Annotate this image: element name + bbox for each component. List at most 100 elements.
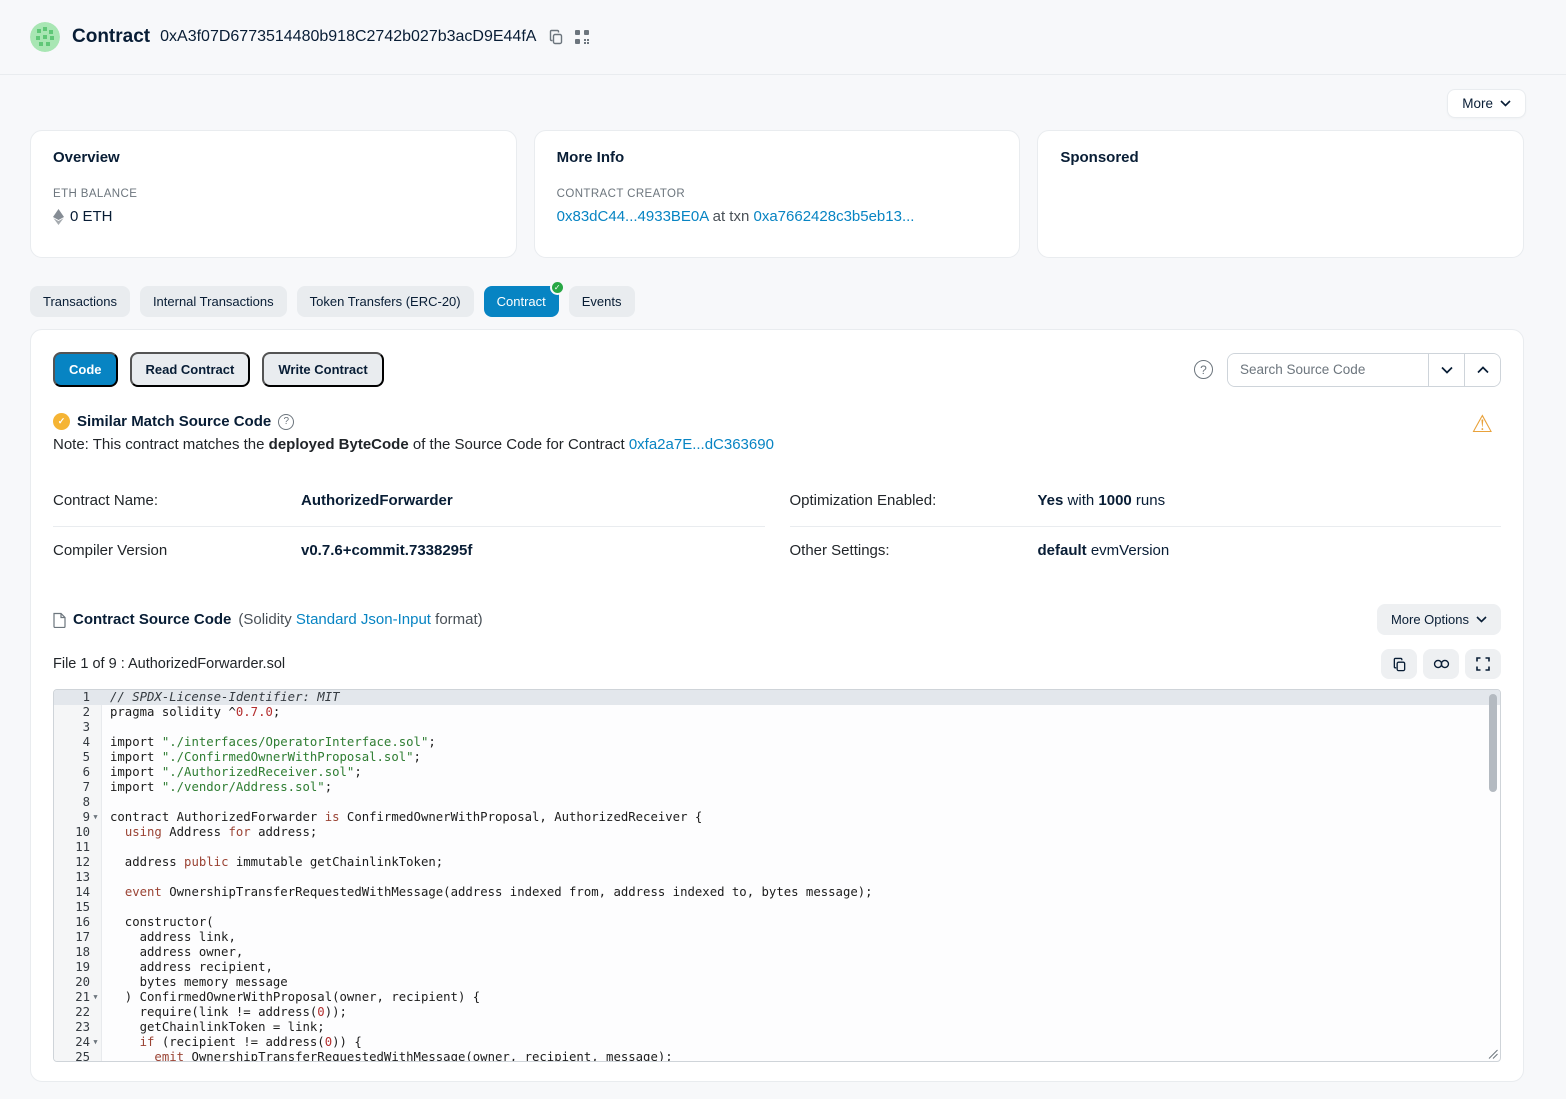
- contract-details: Contract Name: AuthorizedForwarder Compi…: [53, 477, 1501, 576]
- code-text: import "./ConfirmedOwnerWithProposal.sol…: [102, 750, 421, 765]
- line-number[interactable]: 24▼: [54, 1035, 102, 1050]
- source-code-title: Contract Source Code: [73, 611, 231, 628]
- tab-code-label: Code: [69, 362, 102, 377]
- contract-creator-label: CONTRACT CREATOR: [557, 188, 998, 200]
- line-number[interactable]: 18: [54, 945, 102, 960]
- optimization-label: Optimization Enabled:: [790, 492, 1038, 509]
- qr-code-icon[interactable]: [574, 29, 590, 45]
- code-text: using Address for address;: [102, 825, 317, 840]
- source-code-title-line: Contract Source Code (Solidity Standard …: [53, 611, 483, 628]
- optimization-with: with: [1063, 492, 1098, 509]
- code-text: import "./vendor/Address.sol";: [102, 780, 332, 795]
- line-number[interactable]: 25: [54, 1050, 102, 1061]
- line-number[interactable]: 1: [54, 690, 102, 705]
- permalink-button[interactable]: [1423, 649, 1459, 679]
- line-number[interactable]: 3: [54, 720, 102, 735]
- line-number[interactable]: 19: [54, 960, 102, 975]
- code-text: getChainlinkToken = link;: [102, 1020, 325, 1035]
- line-number[interactable]: 17: [54, 930, 102, 945]
- code-line: 19 address recipient,: [54, 960, 1500, 975]
- search-source-code-input[interactable]: [1228, 354, 1428, 386]
- fold-arrow-icon[interactable]: ▼: [90, 810, 101, 825]
- code-text: address recipient,: [102, 960, 273, 975]
- line-number[interactable]: 14: [54, 885, 102, 900]
- creation-txn-link[interactable]: 0xa7662428c3b5eb13...: [753, 208, 914, 225]
- search-prev-button[interactable]: [1464, 354, 1500, 386]
- chevron-up-icon: [1477, 366, 1489, 374]
- line-number[interactable]: 23: [54, 1020, 102, 1035]
- line-number[interactable]: 21▼: [54, 990, 102, 1005]
- code-text: [102, 795, 117, 810]
- copy-address-icon[interactable]: [548, 29, 564, 45]
- optimization-row: Optimization Enabled: Yes with 1000 runs: [790, 477, 1502, 527]
- optimization-runs: runs: [1132, 492, 1165, 509]
- tab-bar: Transactions Internal Transactions Token…: [0, 258, 1566, 327]
- chevron-down-icon: [1500, 100, 1511, 107]
- line-number[interactable]: 12: [54, 855, 102, 870]
- code-line: 23 getChainlinkToken = link;: [54, 1020, 1500, 1035]
- line-number[interactable]: 9▼: [54, 810, 102, 825]
- tab-transactions[interactable]: Transactions: [30, 286, 130, 317]
- format-text: (Solidity Standard Json-Input format): [238, 611, 482, 628]
- summary-cards: Overview ETH BALANCE 0 ETH More Info CON…: [0, 130, 1566, 258]
- expand-button[interactable]: [1465, 649, 1501, 679]
- matched-contract-link[interactable]: 0xfa2a7E...dC363690: [629, 436, 774, 453]
- code-line: 20 bytes memory message: [54, 975, 1500, 990]
- line-number[interactable]: 8: [54, 795, 102, 810]
- code-line: 24▼ if (recipient != address(0)) {: [54, 1035, 1500, 1050]
- overview-card: Overview ETH BALANCE 0 ETH: [30, 130, 517, 258]
- fold-arrow-icon[interactable]: ▼: [90, 990, 101, 1005]
- code-line: 6import "./AuthorizedReceiver.sol";: [54, 765, 1500, 780]
- code-line: 25 emit OwnershipTransferRequestedWithMe…: [54, 1050, 1500, 1061]
- more-options-label: More Options: [1391, 612, 1469, 627]
- line-number[interactable]: 4: [54, 735, 102, 750]
- more-options-button[interactable]: More Options: [1377, 604, 1501, 635]
- link-icon: [1433, 658, 1450, 670]
- page-header: Contract 0xA3f07D6773514480b918C2742b027…: [0, 0, 1566, 75]
- similar-match-title-line: ✓ Similar Match Source Code ?: [53, 413, 774, 430]
- tab-write-contract[interactable]: Write Contract: [262, 352, 383, 387]
- line-number[interactable]: 15: [54, 900, 102, 915]
- line-number[interactable]: 10: [54, 825, 102, 840]
- code-text: [102, 870, 117, 885]
- tab-token-transfers[interactable]: Token Transfers (ERC-20): [297, 286, 474, 317]
- resize-handle[interactable]: [1488, 1049, 1498, 1059]
- source-code-lines: 1// SPDX-License-Identifier: MIT2pragma …: [54, 690, 1500, 1061]
- copy-source-button[interactable]: [1381, 649, 1417, 679]
- line-number[interactable]: 11: [54, 840, 102, 855]
- code-line: 22 require(link != address(0));: [54, 1005, 1500, 1020]
- line-number[interactable]: 6: [54, 765, 102, 780]
- warning-triangle-icon[interactable]: ⚠: [1471, 413, 1493, 437]
- line-number[interactable]: 2: [54, 705, 102, 720]
- file-info: File 1 of 9 : AuthorizedForwarder.sol: [53, 656, 285, 672]
- line-number[interactable]: 22: [54, 1005, 102, 1020]
- similar-match-help-icon[interactable]: ?: [278, 414, 294, 430]
- code-line: 12 address public immutable getChainlink…: [54, 855, 1500, 870]
- fold-arrow-icon[interactable]: ▼: [90, 1035, 101, 1050]
- code-scrollbar-thumb[interactable]: [1489, 694, 1497, 792]
- source-code-viewer[interactable]: 1// SPDX-License-Identifier: MIT2pragma …: [53, 689, 1501, 1062]
- verified-check-icon: ✓: [550, 280, 565, 295]
- tab-read-contract[interactable]: Read Contract: [130, 352, 251, 387]
- line-number[interactable]: 13: [54, 870, 102, 885]
- line-number[interactable]: 7: [54, 780, 102, 795]
- chevron-down-icon: [1476, 616, 1487, 623]
- code-text: if (recipient != address(0)) {: [102, 1035, 362, 1050]
- more-dropdown-button[interactable]: More: [1447, 89, 1526, 118]
- other-settings-suffix: evmVersion: [1087, 542, 1170, 559]
- help-icon[interactable]: ?: [1194, 360, 1213, 379]
- json-input-link[interactable]: Standard Json-Input: [296, 611, 431, 628]
- tab-events[interactable]: Events: [569, 286, 635, 317]
- tab-code[interactable]: Code: [53, 352, 118, 387]
- sponsored-card: Sponsored: [1037, 130, 1524, 258]
- tab-contract[interactable]: Contract ✓: [484, 286, 559, 317]
- search-next-button[interactable]: [1428, 354, 1464, 386]
- code-text: address link,: [102, 930, 236, 945]
- creator-address-link[interactable]: 0x83dC44...4933BE0A: [557, 208, 709, 225]
- line-number[interactable]: 20: [54, 975, 102, 990]
- line-number[interactable]: 16: [54, 915, 102, 930]
- tab-internal-transactions[interactable]: Internal Transactions: [140, 286, 287, 317]
- contract-name-row: Contract Name: AuthorizedForwarder: [53, 477, 765, 527]
- eth-balance-value: 0 ETH: [53, 208, 494, 225]
- line-number[interactable]: 5: [54, 750, 102, 765]
